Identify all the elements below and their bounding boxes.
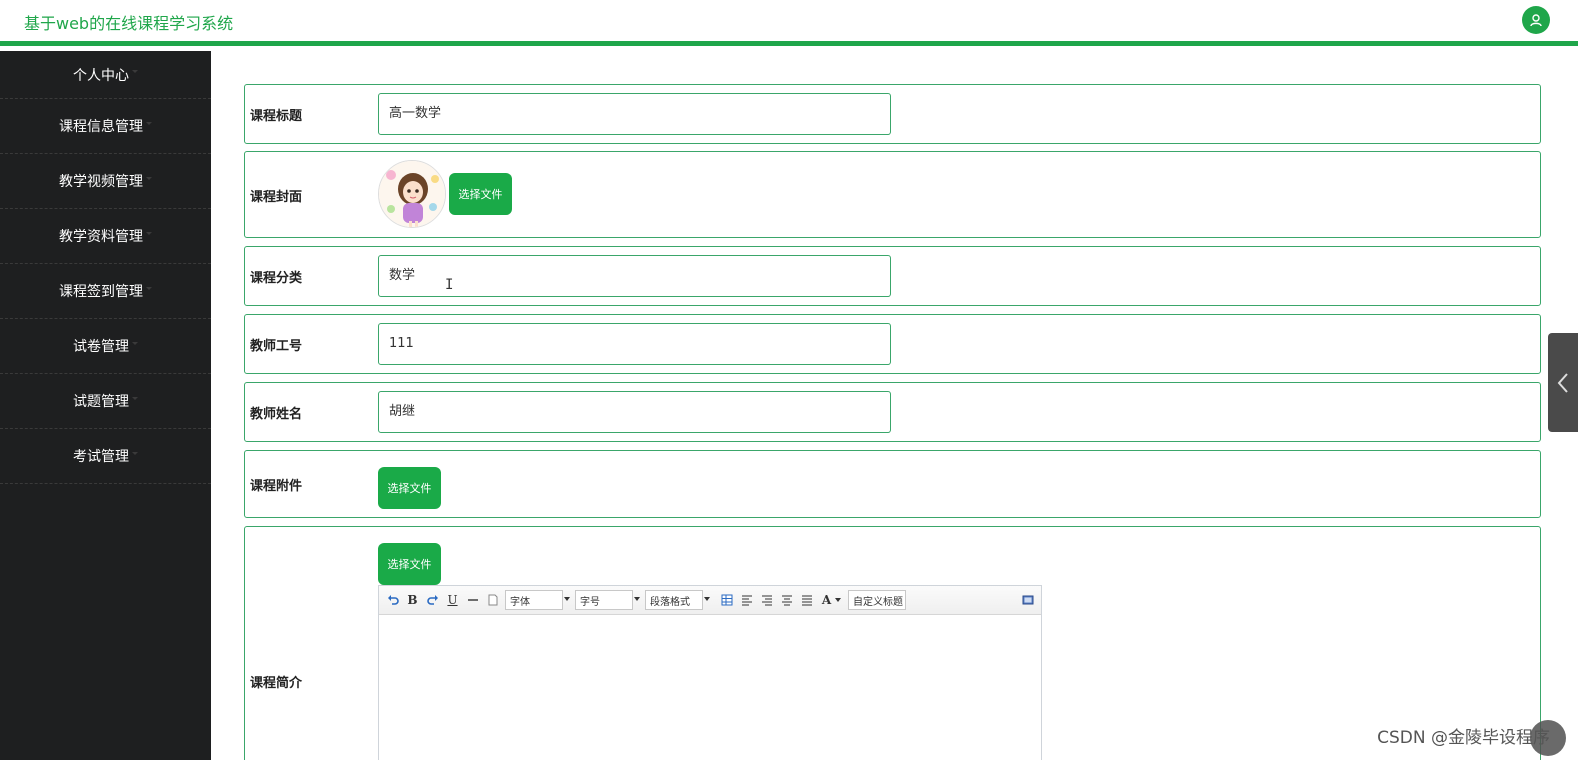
undo-icon[interactable] (385, 593, 400, 608)
fullscreen-icon[interactable] (1020, 593, 1035, 608)
sidebar-item-label: 教学资料管理 (59, 229, 143, 245)
top-header: 基于web的在线课程学习系统 (0, 0, 1578, 46)
caret-icon (146, 176, 152, 180)
caret-icon (132, 396, 138, 400)
align-center-icon[interactable] (779, 593, 794, 608)
cover-image (378, 160, 446, 228)
rich-text-editor: B U 字体 字号 段落格式 A 自定义标题 (378, 585, 1042, 760)
sidebar-item-course-info[interactable]: 课程信息管理 (0, 99, 211, 154)
text-cursor-icon: I (445, 277, 454, 293)
category-label: 课程分类 (250, 271, 303, 286)
page-icon[interactable] (485, 593, 500, 608)
sidebar-nav: 个人中心 课程信息管理 教学视频管理 教学资料管理 课程签到管理 试卷管理 试题… (0, 51, 211, 760)
custom-title-select[interactable]: 自定义标题 (848, 590, 906, 610)
sidebar-item-label: 课程信息管理 (59, 119, 143, 135)
side-panel-toggle[interactable] (1548, 333, 1578, 432)
teacher-id-label: 教师工号 (250, 339, 303, 354)
font-size-select[interactable]: 字号 (575, 590, 640, 610)
bold-icon[interactable]: B (405, 593, 420, 608)
sidebar-item-question[interactable]: 试题管理 (0, 374, 211, 429)
attachment-label: 课程附件 (250, 479, 303, 494)
horizontal-rule-icon[interactable] (465, 593, 480, 608)
font-family-select[interactable]: 字体 (505, 590, 570, 610)
teacher-name-label: 教师姓名 (250, 407, 303, 422)
cover-image-icon (379, 161, 445, 227)
user-avatar[interactable] (1522, 6, 1550, 34)
chevron-down-icon (564, 597, 570, 601)
user-icon (1530, 14, 1542, 27)
paragraph-format-select-label: 段落格式 (650, 596, 690, 608)
align-justify-icon[interactable] (799, 593, 814, 608)
caret-icon (132, 70, 138, 73)
form-row-attachment: 课程附件 选择文件 (244, 450, 1541, 518)
sidebar-item-personal-center[interactable]: 个人中心 (0, 51, 211, 99)
sidebar-item-label: 考试管理 (73, 449, 129, 465)
teacher-id-input[interactable]: 111 (378, 323, 891, 365)
form-row-intro: 课程简介 选择文件 B U 字体 字号 段落格式 A 自定义标题 (244, 526, 1541, 760)
title-input[interactable]: 高一数学 (378, 93, 891, 135)
watermark: CSDN @金陵毕设程序 (1377, 728, 1550, 748)
chevron-down-icon (634, 597, 640, 601)
category-input[interactable]: 数学 (378, 255, 891, 297)
sidebar-item-course-signin[interactable]: 课程签到管理 (0, 264, 211, 319)
title-label: 课程标题 (250, 109, 303, 124)
sidebar-item-teaching-video[interactable]: 教学视频管理 (0, 154, 211, 209)
caret-icon (146, 121, 152, 125)
font-family-select-label: 字体 (510, 596, 530, 608)
table-icon[interactable] (719, 593, 734, 608)
font-color-icon[interactable]: A (819, 593, 834, 608)
font-size-select-label: 字号 (580, 596, 600, 608)
attachment-choose-file-button[interactable]: 选择文件 (378, 467, 441, 509)
align-right-icon[interactable] (759, 593, 774, 608)
paragraph-format-select[interactable]: 段落格式 (645, 590, 710, 610)
align-left-icon[interactable] (739, 593, 754, 608)
editor-content-area[interactable] (379, 615, 1041, 760)
caret-icon (132, 451, 138, 455)
custom-title-select-label: 自定义标题 (853, 596, 903, 608)
main-content: 课程标题 高一数学 课程封面 选择文件 课程分类 数学 教师工号 111 教师姓… (211, 51, 1578, 760)
sidebar-item-label: 教学视频管理 (59, 174, 143, 190)
sidebar-item-teaching-material[interactable]: 教学资料管理 (0, 209, 211, 264)
teacher-name-input[interactable]: 胡继 (378, 391, 891, 433)
caret-icon (146, 231, 152, 235)
intro-choose-file-button[interactable]: 选择文件 (378, 543, 441, 585)
redo-icon[interactable] (425, 593, 440, 608)
sidebar-item-label: 个人中心 (73, 67, 129, 84)
form-row-title: 课程标题 高一数学 (244, 84, 1541, 144)
chevron-left-icon (1557, 372, 1568, 393)
form-row-teacher-id: 教师工号 111 (244, 314, 1541, 374)
sidebar-item-label: 试卷管理 (73, 339, 129, 355)
editor-toolbar: B U 字体 字号 段落格式 A 自定义标题 (379, 586, 1041, 615)
form-row-cover: 课程封面 选择文件 (244, 151, 1541, 238)
sidebar-item-exam-paper[interactable]: 试卷管理 (0, 319, 211, 374)
caret-icon (146, 286, 152, 290)
cover-label: 课程封面 (250, 190, 303, 205)
sidebar-item-label: 试题管理 (73, 394, 129, 410)
sidebar-item-exam[interactable]: 考试管理 (0, 429, 211, 484)
sidebar-item-label: 课程签到管理 (59, 284, 143, 300)
intro-label: 课程简介 (250, 676, 303, 691)
caret-icon (132, 341, 138, 345)
form-row-category: 课程分类 数学 (244, 246, 1541, 306)
cover-choose-file-button[interactable]: 选择文件 (449, 173, 512, 215)
form-row-teacher-name: 教师姓名 胡继 (244, 382, 1541, 442)
chevron-down-icon (704, 597, 710, 601)
underline-icon[interactable]: U (445, 593, 460, 608)
app-title: 基于web的在线课程学习系统 (24, 14, 234, 33)
